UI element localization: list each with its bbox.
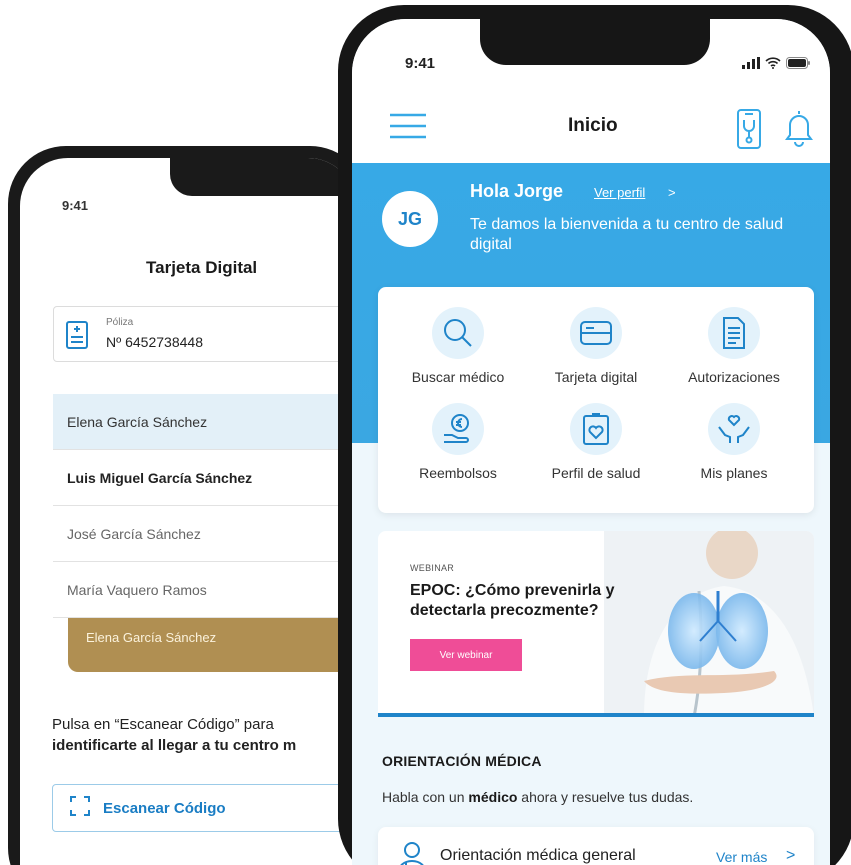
notifications-bell-icon[interactable] — [784, 109, 814, 152]
service-refunds[interactable]: Reembolsos — [388, 403, 528, 481]
medical-orientation-description: Habla con un médico ahora y resuelve tus… — [382, 789, 693, 805]
service-digital-card[interactable]: Tarjeta digital — [526, 307, 666, 385]
chevron-right-icon: > — [786, 847, 796, 864]
desc-bold: médico — [468, 789, 518, 805]
card-icon — [570, 307, 622, 359]
view-profile-link[interactable]: Ver perfil — [594, 185, 645, 200]
services-grid: Buscar médico Tarjeta digital Autorizaci… — [378, 287, 814, 513]
front-phone-frame: 9:41 Inicio JG Hola Jorge Ver perfil > T… — [338, 5, 851, 865]
back-phone-frame: 9:41 Tarjeta Digital Póliza Nº 645273844… — [8, 146, 368, 865]
digital-card-title: Tarjeta Digital — [146, 258, 258, 277]
webinar-title: EPOC: ¿Cómo prevenirla y detectarla prec… — [410, 582, 615, 619]
greeting: Hola Jorge — [470, 181, 564, 201]
chevron-right-icon: > — [668, 185, 676, 200]
medical-orientation-heading: ORIENTACIÓN MÉDICA — [382, 753, 542, 769]
policy-label: Póliza — [106, 317, 134, 328]
member-option[interactable]: Luis Miguel García Sánchez — [53, 450, 356, 506]
avatar[interactable]: JG — [382, 191, 438, 247]
hamburger-menu-icon[interactable] — [390, 113, 426, 144]
service-label: Tarjeta digital — [554, 369, 638, 385]
scan-code-label: Escanear Código — [103, 799, 226, 817]
policy-selector[interactable]: Póliza Nº 6452738448 — [53, 306, 356, 362]
app-header: Inicio — [352, 91, 830, 163]
service-label: Reembolsos — [419, 465, 497, 481]
signal-icon — [742, 57, 760, 69]
service-label: Buscar médico — [411, 369, 505, 385]
back-status-time: 9:41 — [62, 198, 89, 213]
plans-icon — [708, 403, 760, 455]
page-title: Inicio — [568, 115, 618, 136]
doctor-lungs-image — [604, 531, 814, 713]
doctor-icon — [396, 841, 428, 865]
document-icon — [708, 307, 760, 359]
wifi-icon — [765, 57, 781, 69]
health-profile-icon — [570, 403, 622, 455]
policy-number: Nº 6452738448 — [106, 334, 203, 350]
scan-instruction-line2: identificarte al llegar a tu centro m — [52, 737, 297, 754]
service-health-profile[interactable]: Perfil de salud — [526, 403, 666, 481]
scan-instruction-line1: Pulsa en “Escanear Código” para — [52, 716, 274, 733]
search-icon — [432, 307, 484, 359]
view-webinar-button[interactable]: Ver webinar — [410, 639, 522, 671]
desc-after: ahora y resuelve tus dudas. — [517, 789, 694, 805]
battery-icon — [786, 57, 810, 69]
service-label: Perfil de salud — [551, 465, 641, 481]
back-phone-screen: 9:41 Tarjeta Digital Póliza Nº 645273844… — [20, 158, 356, 865]
general-orientation-label: Orientación médica general — [440, 847, 636, 864]
member-option[interactable]: José García Sánchez — [53, 506, 356, 562]
front-phone-notch — [480, 19, 710, 65]
member-dropdown-list: Elena García Sánchez Luis Miguel García … — [53, 394, 356, 618]
front-phone-screen: 9:41 Inicio JG Hola Jorge Ver perfil > T… — [352, 19, 830, 865]
scan-frame-icon — [69, 795, 91, 822]
refund-icon — [432, 403, 484, 455]
general-orientation-card[interactable]: Orientación médica general Ver más > — [378, 827, 814, 865]
webinar-banner[interactable]: WEBINAR EPOC: ¿Cómo prevenirla y detecta… — [378, 531, 814, 717]
back-phone-notch — [170, 158, 356, 196]
status-time: 9:41 — [405, 55, 436, 72]
member-option[interactable]: Elena García Sánchez — [53, 394, 356, 450]
service-search-doctor[interactable]: Buscar médico — [388, 307, 528, 385]
service-my-plans[interactable]: Mis planes — [664, 403, 804, 481]
welcome-message: Te damos la bienvenida a tu centro de sa… — [470, 216, 784, 253]
telemedicine-icon[interactable] — [736, 109, 762, 154]
see-more-link[interactable]: Ver más — [716, 849, 767, 865]
policy-document-icon — [66, 321, 88, 354]
scan-instruction: Pulsa en “Escanear Código” para identifi… — [52, 714, 356, 756]
member-option[interactable]: María Vaquero Ramos — [53, 562, 356, 618]
service-label: Autorizaciones — [688, 369, 780, 385]
desc-before: Habla con un — [382, 789, 469, 805]
service-label: Mis planes — [700, 465, 768, 481]
scan-code-button[interactable]: Escanear Código — [52, 784, 356, 832]
webinar-tag: WEBINAR — [410, 563, 455, 573]
status-icons — [742, 57, 810, 69]
service-authorizations[interactable]: Autorizaciones — [664, 307, 804, 385]
card-holder: Elena García Sánchez — [86, 630, 217, 645]
